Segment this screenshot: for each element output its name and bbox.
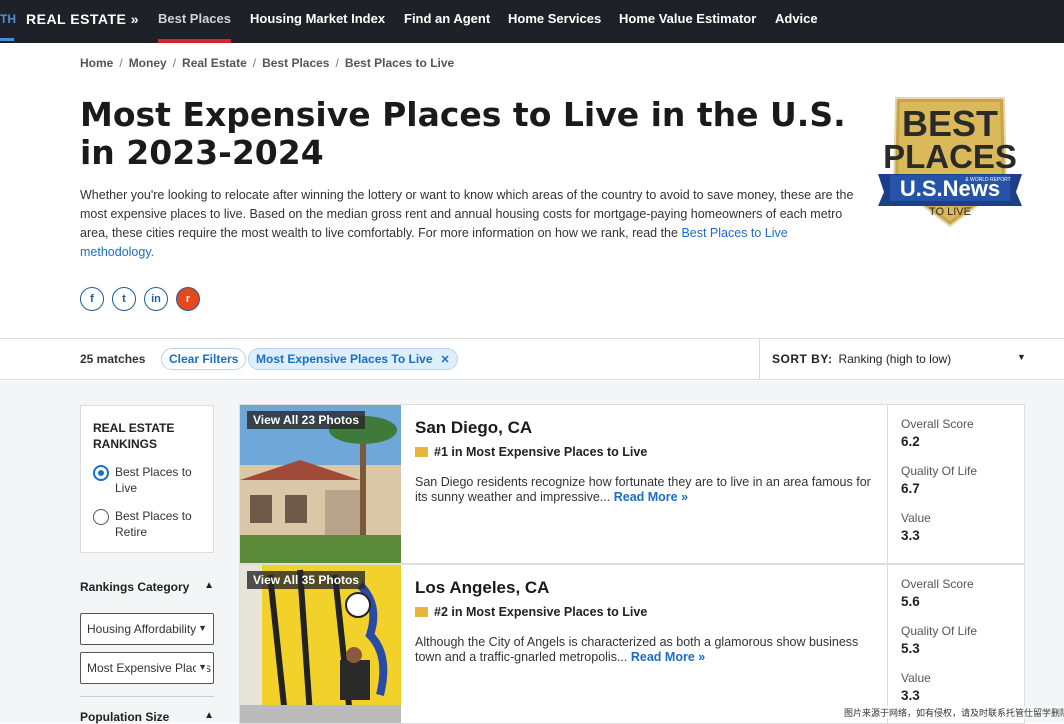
score-label: Quality Of Life [901, 464, 978, 478]
facebook-icon[interactable]: f [80, 287, 104, 311]
rankings-category-header: Rankings Category [80, 580, 190, 594]
nav-home-services[interactable]: Home Services [508, 11, 601, 26]
radio-unselected-icon[interactable] [93, 509, 109, 525]
remove-filter-icon[interactable]: ✕ [441, 354, 450, 366]
score-value: 6.2 [901, 434, 920, 449]
rank-flag-icon [415, 447, 428, 457]
nav-housing-market-index[interactable]: Housing Market Index [250, 11, 385, 26]
score-value: 3.3 [901, 528, 920, 543]
nav-advice[interactable]: Advice [775, 11, 818, 26]
rankings-header: REAL ESTATE RANKINGS [93, 421, 175, 451]
page-title: Most Expensive Places to Live in the U.S… [80, 95, 846, 172]
radio-selected-icon[interactable] [93, 465, 109, 481]
score-value: 5.6 [901, 594, 920, 609]
score-label: Value [901, 511, 931, 525]
reddit-icon[interactable]: r [176, 287, 200, 311]
real-estate-brand-link[interactable]: REAL ESTATE » [26, 11, 139, 27]
twitter-icon[interactable]: t [112, 287, 136, 311]
nav-home-value-estimator[interactable]: Home Value Estimator [619, 11, 756, 26]
score-label: Quality Of Life [901, 624, 978, 638]
read-more-link[interactable]: Read More » [631, 650, 705, 664]
sort-dropdown[interactable]: SORT BY: Ranking (high to low) ▼ [772, 352, 1026, 366]
breadcrumb-home[interactable]: Home [80, 56, 113, 70]
score-label: Value [901, 671, 931, 685]
breadcrumb: Home / Money / Real Estate / Best Places / Best … [80, 56, 455, 70]
radio-label: Best Places to Retire [115, 509, 192, 539]
score-panel: Overall Score 6.2 Quality Of Life 6.7 Va… [887, 405, 1024, 563]
population-size-toggle[interactable]: Population Size ▲ [80, 710, 214, 724]
rankings-filter-box: REAL ESTATE RANKINGS Best Places to Live… [80, 405, 214, 553]
population-size-header: Population Size [80, 710, 170, 724]
view-photos-button[interactable]: View All 35 Photos [247, 571, 366, 589]
chevron-down-icon: ▼ [1017, 352, 1026, 362]
city-photo[interactable]: View All 35 Photos [240, 565, 401, 723]
score-value: 5.3 [901, 641, 920, 656]
badge-to-live-text: TO LIVE [929, 206, 971, 218]
city-photo[interactable]: View All 23 Photos [240, 405, 401, 563]
breadcrumb-best-places-to-live[interactable]: Best Places to Live [345, 56, 454, 70]
chevron-down-icon: ▼ [196, 662, 207, 672]
radio-best-places-to-retire[interactable]: Best Places to Retire [93, 508, 201, 540]
nav-partial-underline [0, 38, 14, 41]
active-filter-label: Most Expensive Places To Live [256, 352, 433, 366]
badge-world-report-text: & WORLD REPORT [965, 177, 1010, 183]
sort-value: Ranking (high to low) [838, 352, 952, 366]
rank-flag-icon [415, 607, 428, 617]
category-select[interactable]: Housing Affordability ▼ [80, 613, 214, 645]
active-filter-chip[interactable]: Most Expensive Places To Live ✕ [248, 348, 458, 370]
social-share-row: f t in r [80, 287, 200, 311]
sort-label: SORT BY: [772, 352, 833, 366]
city-title[interactable]: San Diego, CA [415, 418, 532, 438]
watermark-text: 图片来源于网络，如有侵权，请及时联系托管仕留学删除 [844, 706, 1064, 719]
sort-divider [759, 339, 760, 379]
ranking-select[interactable]: Most Expensive Places to Live▼ [80, 652, 214, 684]
rank-text: #2 in Most Expensive Places to Live [434, 605, 648, 619]
city-description: San Diego residents recognize how fortun… [415, 475, 885, 505]
linkedin-icon[interactable]: in [144, 287, 168, 311]
nav-find-an-agent[interactable]: Find an Agent [404, 11, 490, 26]
city-rank: #2 in Most Expensive Places to Live [415, 605, 647, 619]
chevron-up-icon: ▲ [204, 580, 214, 591]
score-value: 6.7 [901, 481, 920, 496]
badge-places-text: PLACES [883, 138, 1017, 175]
rank-text: #1 in Most Expensive Places to Live [434, 445, 648, 459]
city-description: Although the City of Angels is character… [415, 635, 885, 665]
score-panel: Overall Score 5.6 Quality Of Life 5.3 Va… [887, 565, 1024, 723]
score-label: Overall Score [901, 577, 974, 591]
view-photos-button[interactable]: View All 23 Photos [247, 411, 366, 429]
active-nav-indicator [158, 39, 231, 43]
ranking-select-value: Most Expensive Places to Live [87, 661, 213, 675]
result-card[interactable]: View All 35 Photos Los Angeles, CA #2 in… [239, 564, 1025, 724]
result-card[interactable]: View All 23 Photos San Diego, CA #1 in M… [239, 404, 1025, 564]
intro-paragraph: Whether you're looking to relocate after… [80, 186, 855, 262]
match-count: 25 matches [80, 352, 146, 366]
top-navigation: TH REAL ESTATE » Best Places Housing Mar… [0, 0, 1064, 43]
breadcrumb-best-places[interactable]: Best Places [262, 56, 329, 70]
breadcrumb-money[interactable]: Money [129, 56, 167, 70]
radio-best-places-to-live[interactable]: Best Places to Live [93, 464, 201, 496]
breadcrumb-real-estate[interactable]: Real Estate [182, 56, 247, 70]
filter-bar: 25 matches Clear Filters Most Expensive … [0, 338, 1064, 380]
clear-filters-button[interactable]: Clear Filters [161, 348, 247, 370]
nav-best-places[interactable]: Best Places [158, 11, 231, 26]
rankings-category-toggle[interactable]: Rankings Category ▲ [80, 580, 214, 594]
radio-label: Best Places to Live [115, 465, 192, 495]
sidebar-divider [80, 696, 214, 697]
score-label: Overall Score [901, 417, 974, 431]
chevron-up-icon: ▲ [204, 710, 214, 721]
category-select-value: Housing Affordability [87, 622, 197, 636]
score-value: 3.3 [901, 688, 920, 703]
nav-partial-label[interactable]: TH [0, 12, 16, 26]
city-title[interactable]: Los Angeles, CA [415, 578, 549, 598]
best-places-badge-logo: BEST PLACES U.S.News & WORLD REPORT TO L… [878, 97, 1022, 228]
chevron-down-icon: ▼ [196, 623, 207, 633]
read-more-link[interactable]: Read More » [614, 490, 688, 504]
city-rank: #1 in Most Expensive Places to Live [415, 445, 647, 459]
